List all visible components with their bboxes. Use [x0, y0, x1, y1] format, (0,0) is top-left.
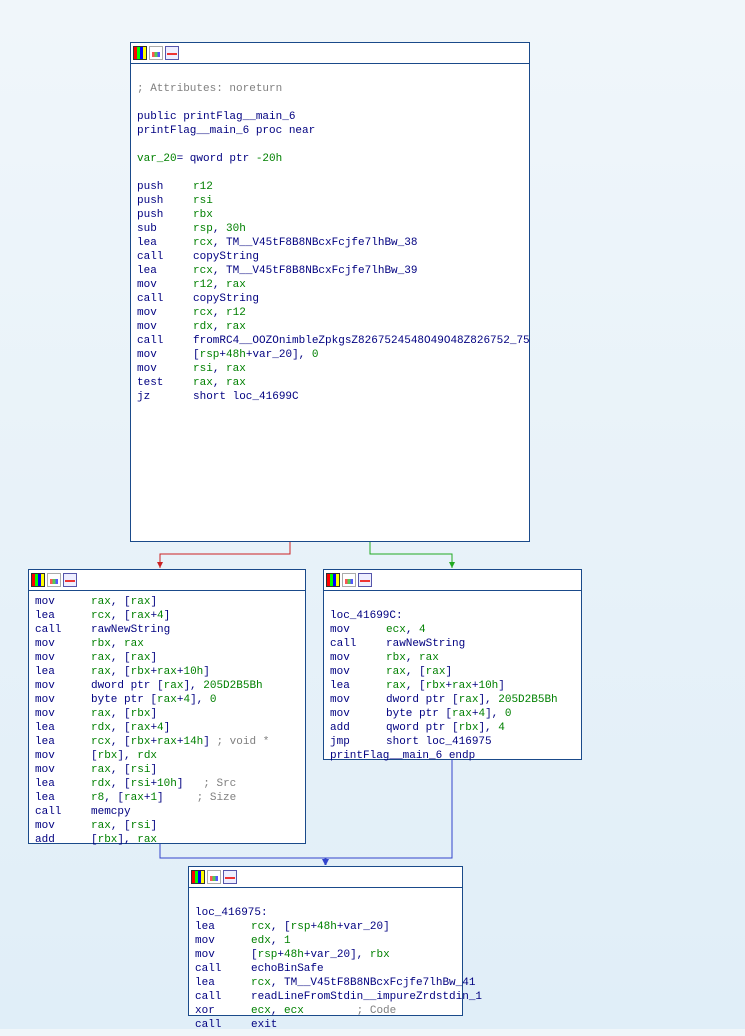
asm-instruction: callcopyString [137, 292, 523, 306]
trace-icon[interactable] [165, 46, 179, 60]
asm-instruction: callexit [195, 1018, 456, 1032]
node-titlebar [131, 43, 529, 64]
asm-instruction: addqword ptr [rbx], 4 [330, 721, 575, 735]
asm-instruction: movecx, 4 [330, 623, 575, 637]
asm-instruction: learcx, [rax+4] [35, 609, 299, 623]
asm-instruction: movr12, rax [137, 278, 523, 292]
attributes-comment: ; Attributes: noreturn [137, 82, 523, 96]
asm-instruction: leardx, [rsi+10h] ; Src [35, 777, 299, 791]
asm-instruction: mov[rsp+48h+var_20], rbx [195, 948, 456, 962]
chart-icon[interactable] [47, 573, 61, 587]
trace-icon[interactable] [358, 573, 372, 587]
location-label: loc_416975: [195, 906, 456, 920]
asm-instruction: movrax, [rax] [35, 651, 299, 665]
asm-instruction: movrsi, rax [137, 362, 523, 376]
graph-node-entry[interactable]: ; Attributes: noreturn public printFlag_… [130, 42, 530, 542]
node-body: ; Attributes: noreturn public printFlag_… [131, 64, 529, 408]
asm-instruction: leardx, [rax+4] [35, 721, 299, 735]
asm-instruction: learax, [rbx+rax+10h] [330, 679, 575, 693]
asm-instruction: movrcx, r12 [137, 306, 523, 320]
colormap-icon[interactable] [191, 870, 205, 884]
asm-instruction: jzshort loc_41699C [137, 390, 523, 404]
asm-instruction: movrbx, rax [35, 637, 299, 651]
colormap-icon[interactable] [31, 573, 45, 587]
asm-instruction: pushr12 [137, 180, 523, 194]
asm-instruction: pushrsi [137, 194, 523, 208]
chart-icon[interactable] [342, 573, 356, 587]
asm-instruction: learcx, TM__V45tF8B8NBcxFcjfe7lhBw_38 [137, 236, 523, 250]
asm-instruction: movedx, 1 [195, 934, 456, 948]
asm-instruction: movdword ptr [rax], 205D2B5Bh [330, 693, 575, 707]
graph-node-true-branch[interactable]: loc_41699C:movecx, 4callrawNewStringmovr… [323, 569, 582, 760]
asm-instruction: mov[rbx], rdx [35, 749, 299, 763]
asm-instruction: callreadLineFromStdin__impureZrdstdin_1 [195, 990, 456, 1004]
node-body: loc_416975:learcx, [rsp+48h+var_20]moved… [189, 888, 462, 1036]
graph-node-false-branch[interactable]: movrax, [rax]learcx, [rax+4]callrawNewSt… [28, 569, 306, 844]
chart-icon[interactable] [149, 46, 163, 60]
asm-instruction: mov[rsp+48h+var_20], 0 [137, 348, 523, 362]
node-body: loc_41699C:movecx, 4callrawNewStringmovr… [324, 591, 581, 767]
asm-instruction: movbyte ptr [rax+4], 0 [35, 693, 299, 707]
asm-instruction: movrax, [rax] [330, 665, 575, 679]
asm-instruction: learcx, TM__V45tF8B8NBcxFcjfe7lhBw_41 [195, 976, 456, 990]
trace-icon[interactable] [223, 870, 237, 884]
asm-instruction: movbyte ptr [rax+4], 0 [330, 707, 575, 721]
asm-instruction: callrawNewString [35, 623, 299, 637]
asm-instruction: add[rbx], rax [35, 833, 299, 847]
asm-instruction: movrax, [rbx] [35, 707, 299, 721]
asm-instruction: movrax, [rax] [35, 595, 299, 609]
var-decl: var_20= qword ptr -20h [137, 152, 523, 166]
proc-endp: printFlag__main_6 endp [330, 749, 575, 763]
asm-instruction: callmemcpy [35, 805, 299, 819]
asm-instruction: subrsp, 30h [137, 222, 523, 236]
asm-instruction: movrax, [rsi] [35, 763, 299, 777]
location-label: loc_41699C: [330, 609, 575, 623]
graph-node-merge[interactable]: loc_416975:learcx, [rsp+48h+var_20]moved… [188, 866, 463, 1016]
asm-instruction: lear8, [rax+1] ; Size [35, 791, 299, 805]
asm-instruction: callechoBinSafe [195, 962, 456, 976]
asm-instruction: learcx, [rsp+48h+var_20] [195, 920, 456, 934]
trace-icon[interactable] [63, 573, 77, 587]
node-titlebar [189, 867, 462, 888]
asm-instruction: xorecx, ecx ; Code [195, 1004, 456, 1018]
asm-instruction: pushrbx [137, 208, 523, 222]
asm-instruction: jmpshort loc_416975 [330, 735, 575, 749]
colormap-icon[interactable] [326, 573, 340, 587]
asm-instruction: movdword ptr [rax], 205D2B5Bh [35, 679, 299, 693]
asm-instruction: movrax, [rsi] [35, 819, 299, 833]
asm-instruction: movrdx, rax [137, 320, 523, 334]
node-body: movrax, [rax]learcx, [rax+4]callrawNewSt… [29, 591, 305, 851]
colormap-icon[interactable] [133, 46, 147, 60]
chart-icon[interactable] [207, 870, 221, 884]
asm-instruction: learcx, TM__V45tF8B8NBcxFcjfe7lhBw_39 [137, 264, 523, 278]
public-decl: public printFlag__main_6 [137, 110, 523, 124]
asm-instruction: movrbx, rax [330, 651, 575, 665]
proc-decl: printFlag__main_6 proc near [137, 124, 523, 138]
asm-instruction: learcx, [rbx+rax+14h] ; void * [35, 735, 299, 749]
asm-instruction: learax, [rbx+rax+10h] [35, 665, 299, 679]
asm-instruction: callrawNewString [330, 637, 575, 651]
asm-instruction: testrax, rax [137, 376, 523, 390]
node-titlebar [324, 570, 581, 591]
asm-instruction: callcopyString [137, 250, 523, 264]
asm-instruction: callfromRC4__OOZOnimbleZpkgsZ8267524548O… [137, 334, 523, 348]
node-titlebar [29, 570, 305, 591]
